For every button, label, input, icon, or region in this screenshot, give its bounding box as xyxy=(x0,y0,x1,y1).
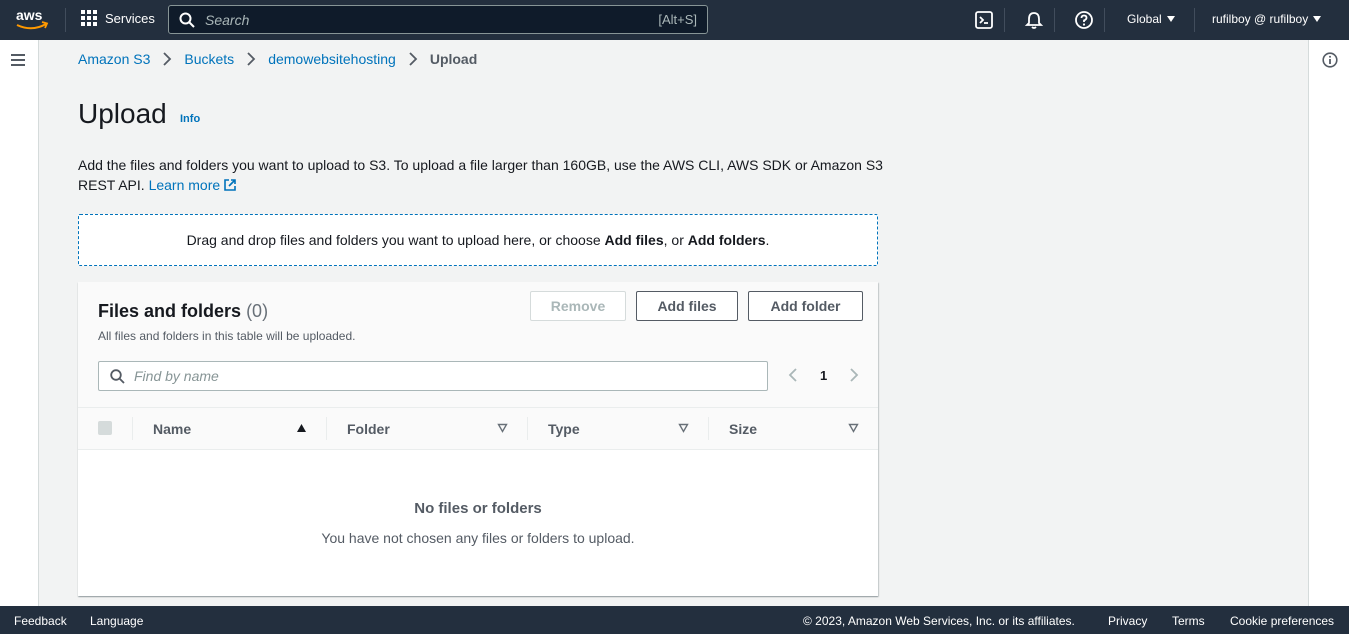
column-header-name[interactable]: Name xyxy=(153,408,191,449)
breadcrumb-current: Upload xyxy=(429,51,478,67)
caret-down-icon xyxy=(1313,16,1322,22)
services-menu-button[interactable]: Services xyxy=(81,10,155,26)
breadcrumb-amazon-s3[interactable]: Amazon S3 xyxy=(78,51,150,67)
services-label: Services xyxy=(105,10,155,26)
column-divider xyxy=(527,417,528,440)
column-divider xyxy=(326,417,327,440)
breadcrumb-bucket-name[interactable]: demowebsitehosting xyxy=(268,51,396,67)
empty-state-message: You have not chosen any files or folders… xyxy=(321,530,635,546)
footer-language-link[interactable]: Language xyxy=(90,614,143,628)
search-shortcut-hint: [Alt+S] xyxy=(658,12,697,27)
footer-feedback-link[interactable]: Feedback xyxy=(14,614,67,628)
external-link-icon xyxy=(224,179,236,191)
info-panel-icon[interactable] xyxy=(1322,52,1338,68)
panel-subtitle: All files and folders in this table will… xyxy=(98,329,356,343)
hamburger-menu-icon[interactable] xyxy=(11,54,25,69)
page-description: Add the files and folders you want to up… xyxy=(78,155,888,195)
aws-logo[interactable]: aws xyxy=(15,7,49,33)
svg-text:aws: aws xyxy=(16,7,43,23)
chevron-right-icon xyxy=(163,52,172,66)
footer-terms-link[interactable]: Terms xyxy=(1172,614,1205,628)
region-label: Global xyxy=(1127,12,1162,26)
panel-title-text: Files and folders xyxy=(98,301,242,321)
notifications-bell-icon[interactable] xyxy=(1024,10,1044,30)
top-navigation: aws Services Search [Alt+S] Global rufil… xyxy=(0,0,1349,40)
panel-header: Files and folders (0) All files and fold… xyxy=(78,282,878,407)
footer-privacy-link[interactable]: Privacy xyxy=(1108,614,1147,628)
help-question-icon[interactable] xyxy=(1074,10,1094,30)
dropzone-add-files: Add files xyxy=(604,232,664,248)
panel-title: Files and folders (0) xyxy=(98,301,268,322)
learn-more-link[interactable]: Learn more xyxy=(149,177,238,193)
page-number[interactable]: 1 xyxy=(820,368,827,383)
region-selector[interactable]: Global xyxy=(1127,12,1175,26)
table-header: Name Folder Type Size xyxy=(78,407,878,450)
chevron-right-icon[interactable] xyxy=(849,367,859,383)
search-placeholder: Search xyxy=(205,11,250,28)
caret-down-icon xyxy=(1166,16,1175,22)
services-grid-icon xyxy=(81,10,97,26)
chevron-left-icon[interactable] xyxy=(788,367,798,383)
account-label: rufilboy @ rufilboy xyxy=(1212,12,1309,26)
global-search-input[interactable]: Search [Alt+S] xyxy=(168,5,708,34)
page-title: Upload xyxy=(78,98,167,129)
breadcrumb: Amazon S3 Buckets demowebsitehosting Upl… xyxy=(78,51,477,67)
nav-divider xyxy=(1194,8,1195,32)
footer: Feedback Language © 2023, Amazon Web Ser… xyxy=(0,606,1349,634)
files-and-folders-panel: Files and folders (0) All files and fold… xyxy=(78,282,878,596)
account-menu[interactable]: rufilboy @ rufilboy xyxy=(1212,12,1322,26)
chevron-right-icon xyxy=(409,52,418,66)
nav-divider xyxy=(65,8,66,32)
right-side-rail xyxy=(1308,40,1349,606)
sort-unsorted-icon[interactable] xyxy=(678,423,689,433)
sort-unsorted-icon[interactable] xyxy=(497,423,508,433)
files-count: (0) xyxy=(246,301,269,321)
select-all-checkbox[interactable] xyxy=(98,421,112,435)
empty-state-title: No files or folders xyxy=(414,500,542,517)
learn-more-label: Learn more xyxy=(148,177,221,193)
chevron-right-icon xyxy=(247,52,256,66)
breadcrumb-buckets[interactable]: Buckets xyxy=(184,51,234,67)
dropzone-text-after: . xyxy=(765,232,770,248)
sort-unsorted-icon[interactable] xyxy=(848,423,859,433)
nav-divider xyxy=(1054,8,1055,32)
cloudshell-icon[interactable] xyxy=(974,10,994,30)
column-header-size[interactable]: Size xyxy=(729,408,757,449)
remove-button[interactable]: Remove xyxy=(530,291,626,321)
left-side-rail xyxy=(0,40,39,606)
add-folder-button[interactable]: Add folder xyxy=(748,291,863,321)
search-icon xyxy=(179,12,195,28)
dropzone-text-before: Drag and drop files and folders you want… xyxy=(186,232,605,248)
column-divider xyxy=(132,417,133,440)
dropzone-text: Drag and drop files and folders you want… xyxy=(187,232,770,248)
add-files-button[interactable]: Add files xyxy=(636,291,738,321)
dropzone-add-folders: Add folders xyxy=(687,232,766,248)
footer-copyright: © 2023, Amazon Web Services, Inc. or its… xyxy=(803,614,1075,628)
column-divider xyxy=(708,417,709,440)
dropzone-text-middle: , or xyxy=(663,232,688,248)
search-icon xyxy=(110,368,125,384)
find-by-name-input[interactable]: Find by name xyxy=(98,361,768,391)
file-dropzone[interactable]: Drag and drop files and folders you want… xyxy=(78,214,878,266)
footer-cookie-preferences-link[interactable]: Cookie preferences xyxy=(1230,614,1334,628)
nav-divider xyxy=(1004,8,1005,32)
info-link[interactable]: Info xyxy=(180,113,200,125)
filter-placeholder: Find by name xyxy=(134,368,219,384)
column-header-folder[interactable]: Folder xyxy=(347,408,390,449)
sort-ascending-icon[interactable] xyxy=(296,423,307,433)
column-header-type[interactable]: Type xyxy=(548,408,580,449)
pagination: 1 xyxy=(788,367,859,383)
nav-divider xyxy=(1104,8,1105,32)
